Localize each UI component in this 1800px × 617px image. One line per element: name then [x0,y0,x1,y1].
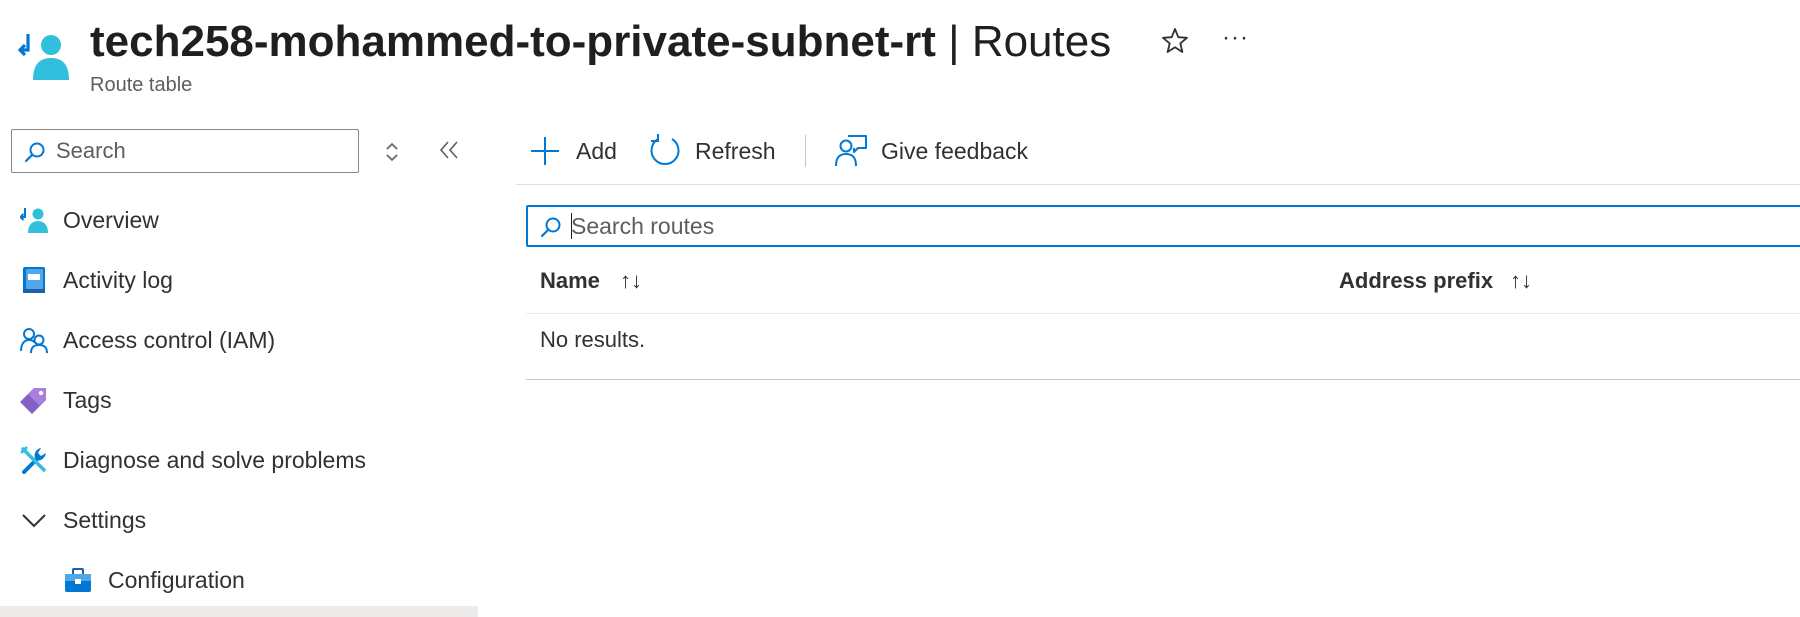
menu-next-item-partial[interactable] [0,606,478,617]
resource-name: tech258-mohammed-to-private-subnet-rt [90,17,936,66]
route-table-icon [18,34,69,80]
routes-search-box[interactable] [526,205,1800,247]
menu-item-label: Activity log [63,267,173,293]
column-header-name[interactable]: Name [540,268,600,294]
menu-item-label: Overview [63,207,159,233]
menu-item-label: Tags [63,387,112,413]
menu-group-label: Settings [63,507,147,533]
iam-icon [20,328,48,354]
refresh-button[interactable]: Refresh [648,132,778,172]
tag-icon [20,388,46,414]
search-icon [540,217,561,238]
collapse-menu-icon[interactable] [438,138,460,162]
menu-item-overview[interactable]: Overview [0,192,478,248]
menu-search-input[interactable] [56,136,346,166]
add-button[interactable]: Add [528,132,628,172]
menu-item-tags[interactable]: Tags [0,372,478,428]
more-options-button[interactable]: ··· [1222,24,1249,52]
header-rule [526,313,1800,314]
refresh-icon [650,134,680,165]
menu-item-access-control[interactable]: Access control (IAM) [0,312,478,368]
give-feedback-button[interactable]: Give feedback [834,132,1044,172]
empty-state-text: No results. [540,327,646,352]
title-separator: | [948,17,960,66]
menu-group-settings[interactable]: Settings [0,492,478,548]
menu-item-label: Access control (IAM) [63,327,276,353]
search-icon [24,142,45,163]
favorite-star-icon[interactable] [1160,26,1190,56]
toolbar-rule [516,184,1800,185]
resource-type: Route table [90,74,193,96]
menu-item-diagnose[interactable]: Diagnose and solve problems [0,432,478,488]
menu-search-box[interactable] [11,129,359,173]
text-caret [571,213,572,239]
chevron-down-icon[interactable] [20,506,48,534]
menu-item-label: Diagnose and solve problems [63,447,367,473]
column-header-address-prefix[interactable]: Address prefix [1339,268,1493,294]
toolbar-divider [805,135,806,167]
menu-item-label: Configuration [108,567,245,593]
expand-collapse-icon[interactable] [384,141,400,163]
blade-title: Routes [971,17,1112,66]
wrench-icon [20,446,46,474]
sort-icon[interactable]: ↑↓ [1510,268,1532,294]
table-bottom-rule [526,379,1800,380]
menu-item-activity-log[interactable]: Activity log [0,252,478,308]
routes-search-input[interactable] [571,212,1771,240]
feedback-icon [835,135,867,167]
sort-icon[interactable]: ↑↓ [620,268,642,294]
plus-icon [531,137,559,165]
route-table-icon [20,208,48,233]
page-title: tech258-mohammed-to-private-subnet-rt | … [90,14,1111,70]
toolbox-icon [65,568,91,592]
menu-item-configuration[interactable]: Configuration [0,552,478,608]
activity-log-icon [23,267,45,293]
